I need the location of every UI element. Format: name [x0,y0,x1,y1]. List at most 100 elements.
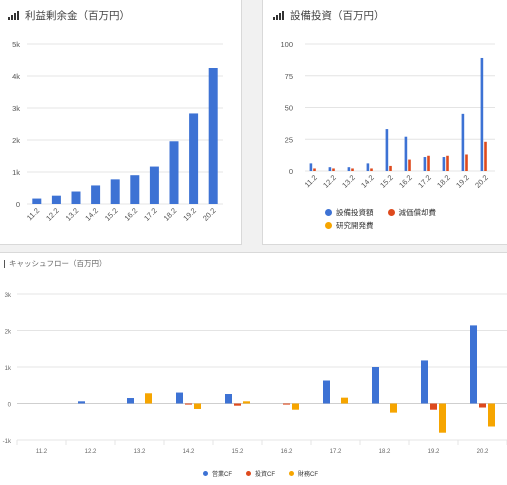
x-tick-label: 14.2 [183,449,195,455]
x-tick-label: 18.2 [162,206,179,223]
capex-legend: 設備投資額 減価償却費研究開発費 [325,207,465,231]
legend-label: 営業CF [212,472,232,478]
bar-series-2-15.2 [234,403,241,406]
cashflow-legend: 営業CF 投資CF 財務CF [203,469,318,478]
bar-series-1-18.2 [372,367,379,404]
capex-panel: 設備投資（百万円） 0 25 50 75 100 11.2 12.2 13.2 14.2 15.2… [262,0,507,245]
bar-series-2-20.2 [484,141,487,171]
bar-series-1-13.2 [347,167,351,171]
bar-series-3-14.2 [194,403,201,409]
legend-item-1[interactable]: 設備投資額 [325,207,374,218]
x-tick-label: 17.2 [416,173,433,190]
x-tick-label: 15.2 [103,206,120,223]
bar-series-2-20.2 [479,403,486,408]
bar-value-18.2 [169,141,179,204]
bar-series-2-11.2 [313,168,316,171]
x-tick-label: 20.2 [201,206,218,223]
y-tick-label: 25 [285,135,293,144]
x-tick-label: 11.2 [303,173,319,189]
bar-series-1-15.2 [225,394,232,404]
cashflow-panel: キャッシュフロー（百万円） -1k 0 1k 2k 3k 11.2 12.2 13.2 14.2… [0,252,507,485]
bar-series-2-12.2 [332,168,335,171]
legend-swatch [246,471,251,476]
legend-label: 設備投資額 [336,208,374,217]
bar-series-1-12.2 [78,401,85,404]
y-tick-label: 1k [12,168,20,177]
capex-chart: 0 25 50 75 100 11.2 12.2 13.2 14.2 15.2 16.2 17.2 18… [280,40,495,190]
bar-series-3-19.2 [439,403,446,433]
x-tick-label: 16.2 [281,449,293,455]
y-tick-label: -1k [3,439,12,445]
bar-series-2-15.2 [389,165,392,171]
x-tick-label: 12.2 [85,449,97,455]
bar-series-1-13.2 [127,398,134,404]
legend-label: 減価償却費 [398,208,437,217]
x-tick-label: 19.2 [428,449,440,455]
bar-series-1-18.2 [442,157,446,171]
legend-item-2[interactable]: 投資CF [246,469,275,478]
bar-series-1-20.2 [470,325,477,404]
bar-series-2-19.2 [430,403,437,410]
x-tick-label: 15.2 [378,173,395,190]
bar-value-13.2 [71,191,81,204]
retained-earnings-chart: 01k2k3k4k5k11.2 12.2 13.2 14.2 15.2 16.2 17.2 1… [12,40,223,223]
x-tick-label: 13.2 [340,173,357,190]
bar-series-3-16.2 [292,403,299,410]
legend-label: 財務CF [298,472,318,478]
y-tick-label: 2k [12,136,20,145]
bar-series-1-14.2 [176,392,183,404]
legend-item-3[interactable]: 財務CF [289,469,318,478]
bar-series-2-13.2 [351,168,354,171]
x-tick-label: 14.2 [83,206,100,223]
bar-series-2-14.2 [185,403,192,405]
bar-series-1-14.2 [366,163,370,171]
bar-value-12.2 [51,195,61,204]
x-tick-label: 13.2 [64,206,81,223]
legend-swatch [203,471,208,476]
bar-series-3-15.2 [243,401,250,404]
legend-item-1[interactable]: 営業CF [203,469,232,478]
y-tick-label: 4k [12,72,20,81]
y-tick-label: 3k [5,293,12,299]
bar-value-19.2 [189,113,199,204]
bar-series-1-20.2 [480,57,484,171]
bar-series-1-17.2 [423,157,427,171]
x-tick-label: 17.2 [330,449,342,455]
bar-series-2-18.2 [446,155,449,171]
cashflow-chart: -1k 0 1k 2k 3k 11.2 12.2 13.2 14.2 15.2 16.2 17.2 18… [3,293,507,455]
y-tick-label: 100 [280,40,293,49]
x-tick-label: 17.2 [142,206,159,223]
x-tick-label: 20.2 [473,173,490,190]
x-tick-label: 14.2 [359,173,376,190]
legend-swatch [387,209,395,216]
y-tick-label: 0 [8,403,12,409]
x-tick-label: 15.2 [232,449,244,455]
x-tick-label: 20.2 [477,449,489,455]
y-tick-label: 2k [5,330,12,336]
x-tick-label: 18.2 [435,173,452,190]
bar-value-11.2 [32,198,42,204]
legend-label: 投資CF [255,472,275,478]
legend-label: 研究開発費 [336,221,374,230]
x-tick-label: 19.2 [454,173,471,190]
bar-series-1-16.2 [404,136,408,171]
retained-earnings-panel: 利益剰余金（百万円） 0 1k 2k 3k 4k 5k 11.2 12.2 13.2 14.2 15… [0,0,242,245]
x-tick-label: 11.2 [25,206,41,222]
bar-series-1-19.2 [461,113,465,171]
bar-series-3-20.2 [488,403,495,427]
bar-value-15.2 [110,179,120,204]
bar-series-2-14.2 [370,168,373,171]
bar-series-3-17.2 [341,397,348,404]
x-tick-label: 11.2 [36,449,48,455]
y-tick-label: 75 [285,72,293,81]
x-tick-label: 16.2 [123,206,140,223]
x-tick-label: 12.2 [44,206,61,223]
legend-item-2[interactable]: 減価償却費 [387,207,437,218]
bar-series-3-13.2 [145,393,152,404]
bar-value-16.2 [130,175,140,204]
y-tick-label: 50 [285,104,293,113]
legend-swatch [325,209,332,216]
y-tick-label: 5k [12,40,20,49]
bar-series-2-19.2 [465,154,468,171]
legend-item-3[interactable]: 研究開発費 [325,220,374,231]
